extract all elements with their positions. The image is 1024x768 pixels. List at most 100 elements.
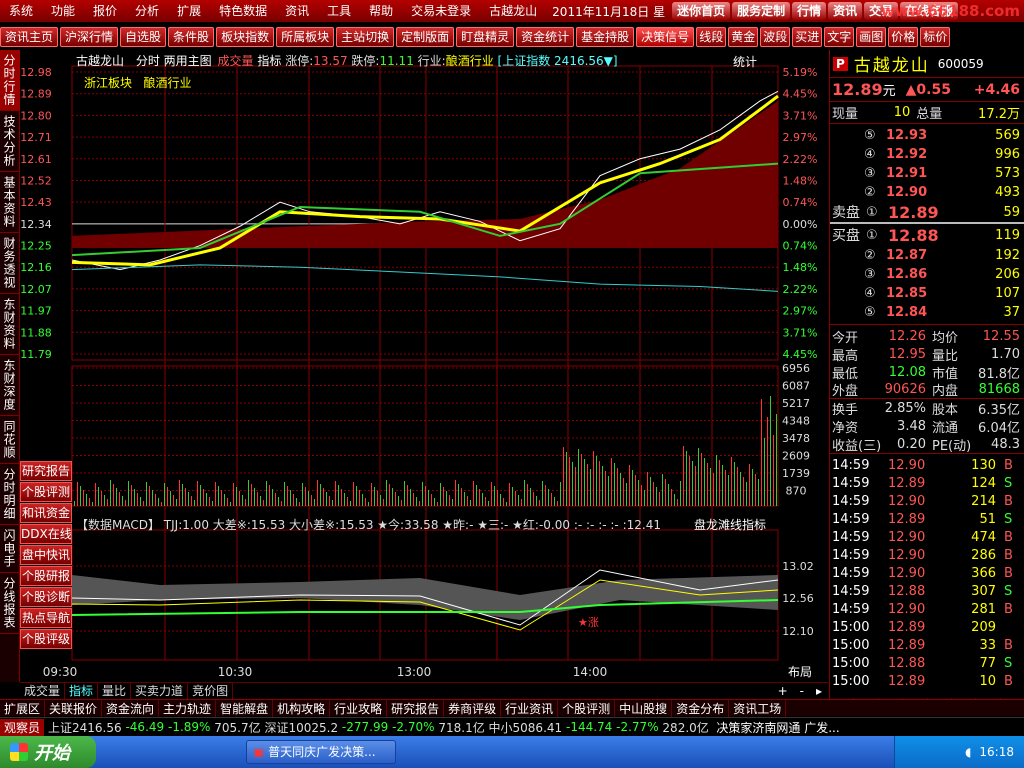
bottom-tab[interactable]: 资讯工场 <box>729 699 787 717</box>
menu-item[interactable]: 报价 <box>84 0 126 22</box>
side-button[interactable]: 和讯资金 <box>20 503 72 523</box>
chart-tab[interactable]: 成交量 <box>20 682 66 699</box>
chart-tab[interactable]: 竞价图 <box>188 682 234 699</box>
top-button[interactable]: 行情 <box>792 2 827 20</box>
left-tab[interactable]: 分时明细 <box>0 464 20 525</box>
side-button[interactable]: 个股评级 <box>20 629 72 649</box>
toolbar-button[interactable]: 资讯主页 <box>0 27 59 47</box>
volume-bar <box>92 502 93 506</box>
volume-bar <box>137 493 138 506</box>
toolbar-button[interactable]: 资金统计 <box>516 27 575 47</box>
toolbar-button[interactable]: 沪深行情 <box>60 27 119 47</box>
left-tab[interactable]: 分线报表 <box>0 573 20 634</box>
top-button[interactable]: 迷你首页 <box>672 2 731 20</box>
top-button[interactable]: 服务定制 <box>732 2 791 20</box>
tick-volume: 209 <box>971 619 996 635</box>
zoom-in-button[interactable]: - <box>794 684 810 698</box>
sector-tag[interactable]: 酿酒行业 <box>143 76 191 90</box>
side-button[interactable]: 盘中快讯 <box>20 545 72 565</box>
toolbar-button[interactable]: 线段 <box>696 27 727 47</box>
sz-index[interactable]: 深证10025.2 <box>264 719 338 736</box>
toolbar-button[interactable]: 板块指数 <box>216 27 275 47</box>
zx-index[interactable]: 中小5086.41 <box>489 719 563 736</box>
clock[interactable]: 16:18 <box>979 745 1014 759</box>
taskbar-app[interactable]: ▣ 普天同庆广发决策... <box>246 740 396 764</box>
top-button[interactable]: 资讯 <box>828 2 863 20</box>
level-price: 12.93 <box>886 128 928 143</box>
start-button[interactable]: 开始 <box>0 736 96 768</box>
side-button[interactable]: 个股评测 <box>20 482 72 502</box>
left-tab[interactable]: 东财资料 <box>0 294 20 355</box>
bottom-tab[interactable]: 机构攻略 <box>273 699 331 717</box>
toolbar-button[interactable]: 黄金 <box>728 27 759 47</box>
toolbar-button[interactable]: 买进 <box>792 27 823 47</box>
bottom-tab[interactable]: 行业资讯 <box>501 699 559 717</box>
observer-label[interactable]: 观察员 <box>0 718 45 736</box>
toolbar-button[interactable]: 文字 <box>824 27 855 47</box>
toolbar-button[interactable]: 自选股 <box>120 27 167 47</box>
bottom-tab[interactable]: 研究报告 <box>387 699 445 717</box>
scroll-right-icon[interactable]: ▸ <box>810 684 828 698</box>
toolbar-button[interactable]: 价格 <box>888 27 919 47</box>
stat-value: 81.8亿 <box>978 366 1020 382</box>
menu-item[interactable]: 帮助 <box>360 0 402 22</box>
orderbook-row: ② 12.90 493 <box>830 183 1024 202</box>
macd-indicator-name[interactable]: 盘龙滩线指标 <box>694 516 766 533</box>
toolbar-button[interactable]: 所属板块 <box>276 27 335 47</box>
bottom-tab[interactable]: 中山股搜 <box>615 699 673 717</box>
menu-item[interactable]: 分析 <box>126 0 168 22</box>
side-button[interactable]: DDX在线 <box>20 524 72 544</box>
toolbar-button[interactable]: 基金持股 <box>576 27 635 47</box>
bottom-tab[interactable]: 个股评测 <box>558 699 616 717</box>
menu-item[interactable]: 交易未登录 <box>402 0 480 22</box>
tick-volume: 77 <box>979 655 996 671</box>
bottom-tab[interactable]: 扩展区 <box>0 699 46 717</box>
side-button[interactable]: 热点导航 <box>20 608 72 628</box>
toolbar-button[interactable]: 标价 <box>920 27 951 47</box>
toolbar-button[interactable]: 波段 <box>760 27 791 47</box>
side-button[interactable]: 个股诊断 <box>20 587 72 607</box>
left-tab[interactable]: 财务透视 <box>0 233 20 294</box>
sh-index[interactable]: 上证2416.56 <box>48 719 122 736</box>
menu-item[interactable]: 特色数据 <box>210 0 276 22</box>
layout-button[interactable]: 布局 <box>788 665 812 679</box>
side-button[interactable]: 个股研报 <box>20 566 72 586</box>
bottom-tab[interactable]: 主力轨迹 <box>159 699 217 717</box>
menu-item[interactable]: 资讯 <box>276 0 318 22</box>
menu-item[interactable]: 系统 <box>0 0 42 22</box>
chart-tab[interactable]: 量比 <box>98 682 132 699</box>
left-tab[interactable]: 同花顺 <box>0 416 20 464</box>
menu-item[interactable]: 工具 <box>318 0 360 22</box>
bottom-tab[interactable]: 智能解盘 <box>216 699 274 717</box>
volume-bar <box>407 485 408 506</box>
bottom-tab[interactable]: 资金流向 <box>102 699 160 717</box>
left-tab[interactable]: 基本资料 <box>0 172 20 233</box>
toolbar-button[interactable]: 主站切换 <box>336 27 395 47</box>
stat-button[interactable]: 统计 <box>733 53 757 70</box>
side-button[interactable]: 研究报告 <box>20 461 72 481</box>
menu-item[interactable]: 功能 <box>42 0 84 22</box>
toolbar-button[interactable]: 决策信号 <box>636 27 695 47</box>
bottom-tab[interactable]: 资金分布 <box>672 699 730 717</box>
left-tab[interactable]: 分时行情 <box>0 50 20 111</box>
chart-tab[interactable]: 买卖力道 <box>131 682 189 699</box>
toolbar-button[interactable]: 盯盘精灵 <box>456 27 515 47</box>
left-tab[interactable]: 东财深度 <box>0 355 20 416</box>
bottom-tab[interactable]: 券商评级 <box>444 699 502 717</box>
sector-tag[interactable]: 浙江板块 <box>84 76 132 90</box>
bottom-tab[interactable]: 行业攻略 <box>330 699 388 717</box>
bottom-tab[interactable]: 关联报价 <box>45 699 103 717</box>
chart-tab[interactable]: 指标 <box>65 682 99 699</box>
price-unit: 元 <box>882 84 896 99</box>
zoom-out-button[interactable]: + <box>772 684 794 698</box>
left-tab[interactable]: 技术分析 <box>0 111 20 172</box>
menu-item[interactable]: 扩展 <box>168 0 210 22</box>
volume-bar <box>242 495 243 506</box>
left-tab[interactable]: 闪电手 <box>0 525 20 573</box>
toolbar-button[interactable]: 画图 <box>856 27 887 47</box>
news-ticker[interactable]: 决策家济南网通 广发... <box>716 719 839 736</box>
menu-item[interactable]: 古越龙山 <box>480 0 546 22</box>
toolbar-button[interactable]: 定制版面 <box>396 27 455 47</box>
volume-icon[interactable]: ◖ <box>965 745 971 759</box>
toolbar-button[interactable]: 条件股 <box>168 27 215 47</box>
